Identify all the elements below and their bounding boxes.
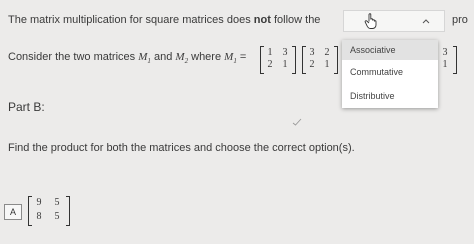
where-text: where — [191, 51, 222, 63]
intro-tail: follow the — [273, 14, 321, 26]
hand-pointer-icon — [364, 13, 377, 29]
matrix-a-cell: 3 — [282, 47, 288, 58]
matrix-a-cell: 2 — [267, 59, 273, 70]
dropdown-menu: Associative Commutative Distributive — [342, 40, 438, 108]
consider-line: Consider the two matrices M1 and M2 wher… — [8, 51, 246, 65]
m1-lhs-symbol: M — [224, 51, 234, 63]
option-commutative[interactable]: Commutative — [342, 62, 438, 82]
matrix-right-cell: 1 — [442, 59, 448, 70]
check-icon — [292, 118, 302, 126]
chevron-up-icon — [422, 19, 430, 24]
m2-subscript: 2 — [184, 57, 189, 66]
matrix-b-cell: 2 — [324, 47, 330, 58]
answer-matrix-cell: 8 — [36, 211, 42, 222]
matrix-a-cell: 1 — [282, 59, 288, 70]
option-distributive[interactable]: Distributive — [342, 86, 438, 106]
answer-matrix-cell: 5 — [54, 197, 60, 208]
truncated-text: pro — [452, 14, 468, 26]
m1-subscript: 1 — [147, 57, 151, 66]
intro-bold: not — [253, 14, 271, 26]
question-intro: The matrix multiplication for square mat… — [8, 14, 320, 26]
answer-matrix-cell: 5 — [54, 211, 60, 222]
property-dropdown[interactable] — [343, 10, 445, 32]
and-text: and — [153, 51, 173, 63]
answer-matrix-cell: 9 — [36, 197, 42, 208]
equals-sign: = — [239, 51, 247, 63]
matrix-right-cell: 3 — [442, 47, 448, 58]
answer-option-a-checkbox[interactable]: A — [4, 204, 22, 220]
matrix-a-cell: 1 — [267, 47, 273, 58]
consider-text: Consider the two matrices — [8, 51, 136, 63]
matrix-b-cell: 2 — [309, 59, 315, 70]
m2-symbol: M — [175, 51, 185, 63]
part-label: Part B: — [8, 100, 45, 114]
instruction-text: Find the product for both the matrices a… — [8, 142, 355, 154]
matrix-b-cell: 3 — [309, 47, 315, 58]
matrix-b-cell: 1 — [324, 59, 330, 70]
m1-lhs-subscript: 1 — [233, 57, 237, 66]
option-associative[interactable]: Associative — [342, 40, 438, 60]
intro-text: The matrix multiplication for square mat… — [8, 14, 251, 26]
